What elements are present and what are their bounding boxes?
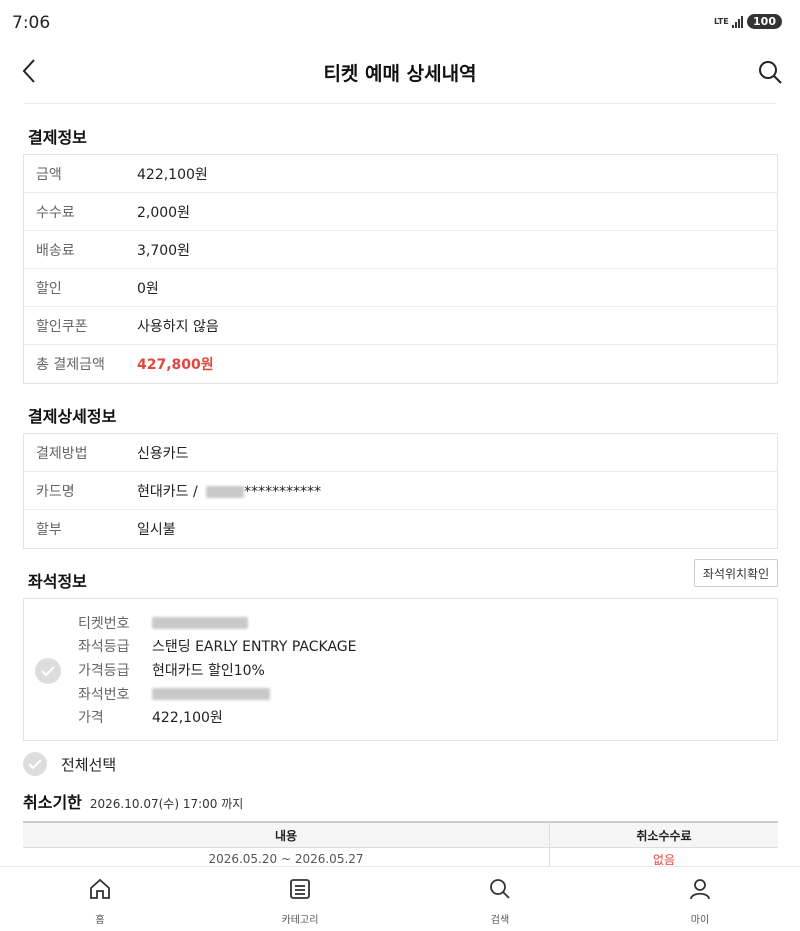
card-mask: ***********: [244, 483, 322, 500]
payment-info-title: 결제정보: [28, 128, 87, 147]
status-bar: 7:06 LTE 100: [0, 0, 800, 46]
seat-label: 좌석번호: [78, 686, 130, 703]
seat-label: 가격: [78, 710, 104, 727]
seat-info-title: 좌석정보: [28, 572, 87, 591]
seat-row: 좌석번호: [78, 682, 357, 706]
row-value: 3,700원: [137, 242, 190, 259]
cancel-deadline-title: 취소기한: [23, 793, 82, 812]
select-all-checkbox[interactable]: 전체선택: [23, 752, 116, 776]
row-label: 총 결제금액: [36, 357, 105, 373]
row-value: 신용카드: [137, 445, 189, 462]
seat-check-icon[interactable]: [35, 658, 61, 684]
nav-item-search[interactable]: 검색: [400, 867, 600, 931]
app-header: 티켓 예매 상세내역: [0, 46, 800, 102]
cancel-deadline: 취소기한 2026.10.07(수) 17:00 까지: [23, 789, 243, 813]
column-header: 내용: [23, 823, 550, 847]
battery-icon: 100: [747, 14, 782, 29]
payment-row: 금액 422,100원: [24, 155, 777, 193]
payment-detail-row: 할부 일시불: [24, 510, 777, 548]
seat-value: 스탠딩 EARLY ENTRY PACKAGE: [152, 639, 357, 656]
status-icons: LTE 100: [714, 14, 782, 29]
row-value: 현대카드 / ***********: [137, 481, 321, 501]
nav-item-my[interactable]: 마이: [600, 867, 800, 931]
redacted-card-number: [206, 485, 245, 498]
payment-row: 할인쿠폰 사용하지 않음: [24, 307, 777, 345]
row-label: 수수료: [36, 204, 75, 221]
cancel-deadline-value: 2026.10.07(수) 17:00 까지: [89, 797, 244, 811]
check-icon[interactable]: [23, 752, 47, 776]
payment-detail-title: 결제상세정보: [28, 407, 117, 426]
payment-total-row: 총 결제금액 427,800원: [24, 345, 777, 383]
signal-icon: [732, 15, 744, 28]
row-label: 금액: [36, 166, 62, 183]
header-divider: [24, 103, 776, 104]
payment-info-table: 금액 422,100원 수수료 2,000원 배송료 3,700원 할인 0원 …: [23, 154, 778, 384]
row-value: 사용하지 않음: [137, 318, 219, 335]
seat-value: 현대카드 할인10%: [152, 662, 265, 679]
home-icon: [88, 877, 112, 905]
cancel-fee-table: 내용 취소수수료 2026.05.20 ~ 2026.05.27 없음: [23, 821, 778, 870]
row-value: 일시불: [137, 522, 176, 538]
seat-row: 가격등급 현대카드 할인10%: [78, 658, 357, 682]
redacted-ticket-number: [152, 616, 248, 629]
seat-value: 422,100원: [152, 710, 223, 727]
row-label: 배송료: [36, 242, 75, 259]
select-all-label: 전체선택: [61, 755, 117, 774]
seat-row: 티켓번호: [78, 611, 357, 635]
seat-location-button[interactable]: 좌석위치확인: [694, 559, 778, 587]
payment-row: 배송료 3,700원: [24, 231, 777, 269]
total-amount: 427,800원: [137, 357, 214, 373]
seat-label: 가격등급: [78, 662, 130, 679]
nav-label: 카테고리: [281, 915, 319, 926]
page-title: 티켓 예매 상세내역: [323, 63, 477, 85]
status-time: 7:06: [12, 13, 51, 33]
seat-card: 티켓번호 좌석등급 스탠딩 EARLY ENTRY PACKAGE 가격등급 현…: [23, 598, 778, 741]
row-value: 422,100원: [137, 166, 208, 183]
payment-detail-row: 결제방법 신용카드: [24, 434, 777, 472]
row-label: 할인쿠폰: [36, 318, 88, 335]
card-name: 현대카드 /: [137, 483, 198, 500]
nav-label: 홈: [95, 915, 105, 926]
seat-label: 좌석등급: [78, 639, 130, 656]
seat-label: 티켓번호: [78, 615, 130, 632]
row-value: 0원: [137, 280, 159, 297]
table-header: 내용 취소수수료: [23, 823, 778, 848]
payment-row: 수수료 2,000원: [24, 193, 777, 231]
list-icon: [288, 877, 312, 905]
payment-detail-table: 결제방법 신용카드 카드명 현대카드 / *********** 할부 일시불: [23, 433, 778, 549]
nav-label: 마이: [690, 915, 710, 926]
nav-item-home[interactable]: 홈: [0, 867, 200, 931]
payment-detail-row: 카드명 현대카드 / ***********: [24, 472, 777, 510]
bottom-nav: 홈 카테고리 검색 마이: [0, 866, 800, 931]
nav-item-category[interactable]: 카테고리: [200, 867, 400, 931]
row-value: 2,000원: [137, 204, 190, 221]
column-header: 취소수수료: [636, 828, 692, 843]
search-icon: [488, 877, 512, 905]
search-icon[interactable]: [756, 58, 784, 86]
payment-row: 할인 0원: [24, 269, 777, 307]
seat-row: 가격 422,100원: [78, 705, 357, 729]
row-label: 카드명: [36, 483, 75, 500]
redacted-seat-number: [152, 687, 270, 700]
row-label: 할인: [36, 280, 62, 297]
user-icon: [688, 877, 712, 905]
seat-row: 좌석등급 스탠딩 EARLY ENTRY PACKAGE: [78, 635, 357, 659]
row-label: 결제방법: [36, 445, 88, 462]
seat-detail-list: 티켓번호 좌석등급 스탠딩 EARLY ENTRY PACKAGE 가격등급 현…: [78, 611, 357, 729]
row-label: 할부: [36, 522, 62, 538]
lte-icon: LTE: [714, 16, 729, 26]
nav-label: 검색: [490, 915, 510, 926]
